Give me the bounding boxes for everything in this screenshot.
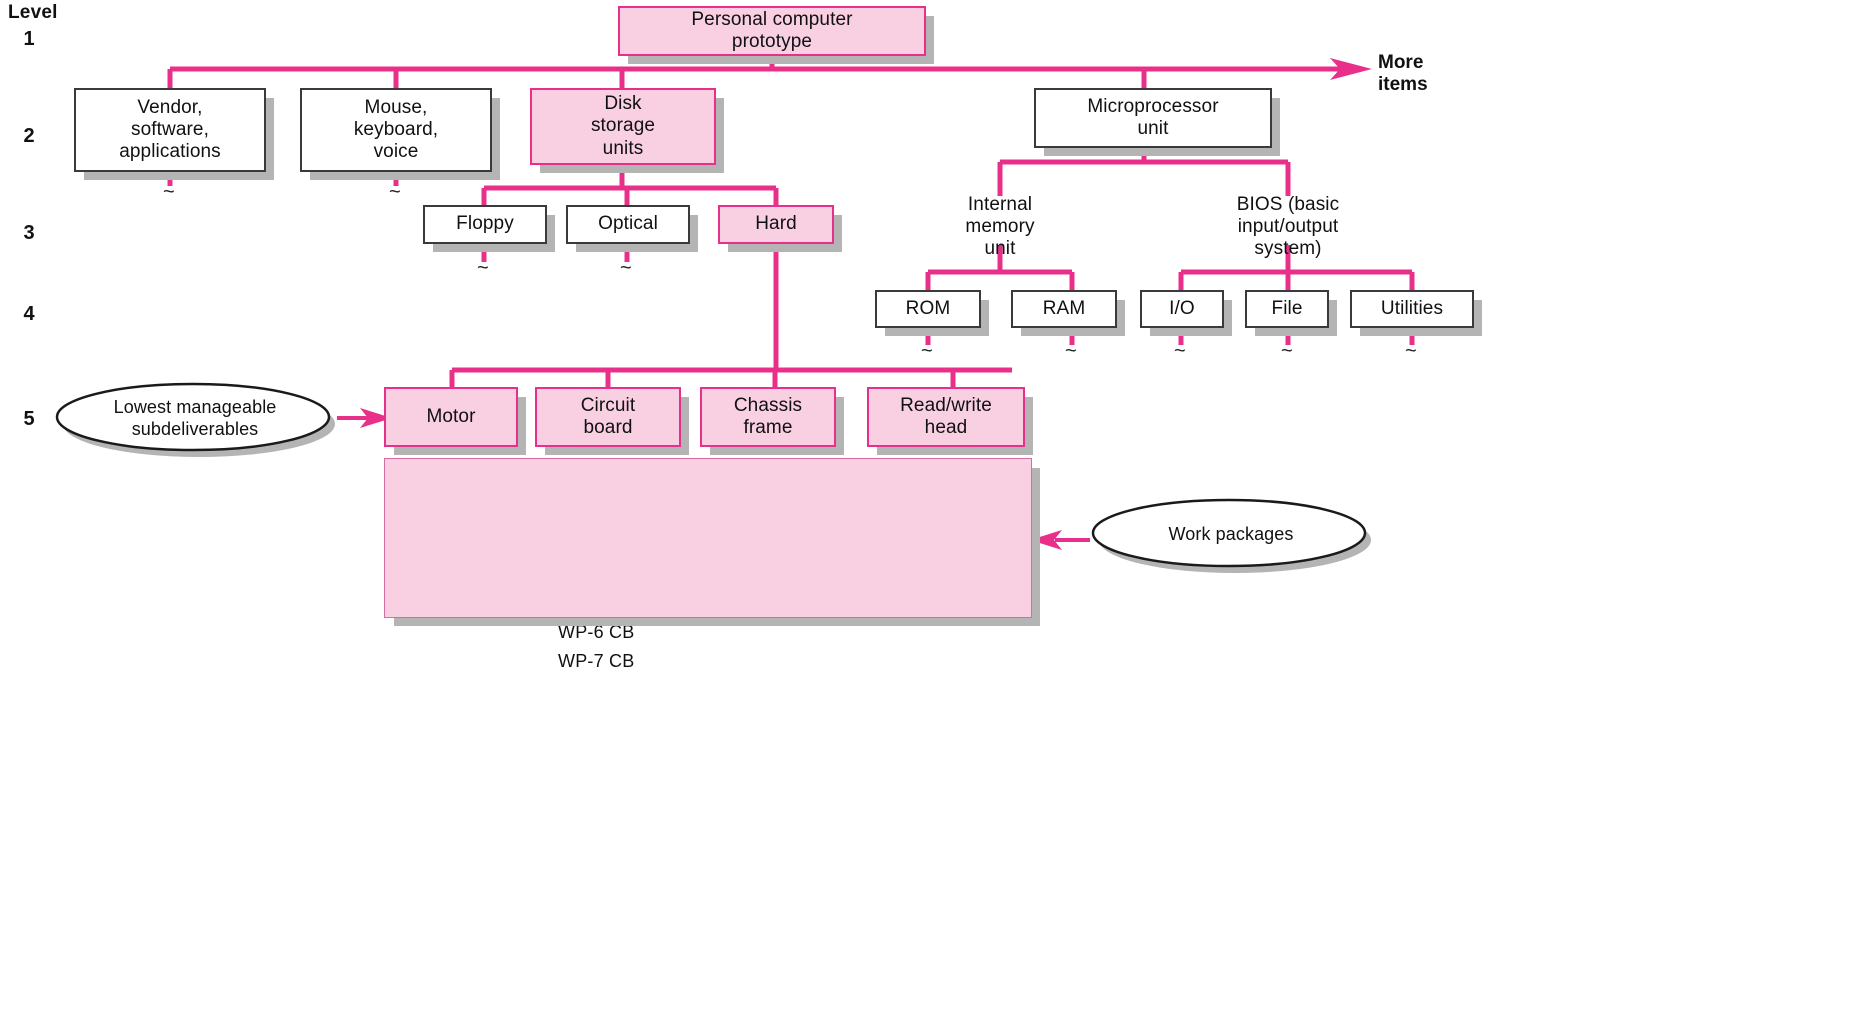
continuation-tilde-optical: ~ (620, 257, 632, 279)
node-label: ROM (905, 297, 951, 319)
node-label: Chassis frame (733, 394, 803, 438)
node-motor[interactable]: Motor (384, 387, 518, 447)
node-utilities[interactable]: Utilities (1350, 290, 1474, 328)
node-label: I/O (1169, 297, 1195, 319)
more-items-arrow (1330, 58, 1372, 80)
node-label: Vendor, software, applications (119, 96, 221, 163)
more-items-label: More items (1378, 52, 1428, 96)
node-ram[interactable]: RAM (1011, 290, 1117, 328)
node-internal-memory-unit[interactable]: Internal memory unit (912, 192, 1088, 262)
node-label: Read/write head (900, 394, 992, 438)
node-hard[interactable]: Hard (718, 205, 834, 244)
node-chassis-frame[interactable]: Chassis frame (700, 387, 836, 447)
work-package-item: WP-6 CB (558, 621, 635, 642)
continuation-tilde-rom: ~ (921, 340, 933, 362)
node-disk-storage-units[interactable]: Disk storage units (530, 88, 716, 165)
continuation-tilde-io: ~ (1174, 340, 1186, 362)
ellipse-shape (1091, 498, 1371, 573)
work-package-item: WP-7 CB (558, 650, 635, 671)
node-label: Disk storage units (590, 93, 656, 159)
node-floppy[interactable]: Floppy (423, 205, 547, 244)
node-bios[interactable]: BIOS (basic input/output system) (1182, 192, 1394, 262)
node-rom[interactable]: ROM (875, 290, 981, 328)
level-number-2: 2 (23, 125, 35, 147)
node-label: Floppy (456, 213, 514, 235)
continuation-tilde-mouse: ~ (389, 181, 401, 203)
node-label: Internal memory unit (965, 193, 1035, 260)
node-mouse-keyboard-voice[interactable]: Mouse, keyboard, voice (300, 88, 492, 172)
continuation-tilde-utilities: ~ (1405, 340, 1417, 362)
continuation-tilde-ram: ~ (1065, 340, 1077, 362)
continuation-tilde-vendor: ~ (163, 181, 175, 203)
callout-lowest-manageable-subdeliverables[interactable]: Lowest manageable subdeliverables (50, 376, 340, 462)
node-label: Utilities (1380, 297, 1444, 319)
work-packages-callout-arrow (1030, 530, 1090, 550)
node-label: Motor (426, 405, 476, 427)
level-axis-title: Level (8, 2, 58, 23)
level-number-5: 5 (23, 408, 35, 430)
node-file[interactable]: File (1245, 290, 1329, 328)
node-io[interactable]: I/O (1140, 290, 1224, 328)
level-number-3: 3 (23, 222, 35, 244)
node-optical[interactable]: Optical (566, 205, 690, 244)
ellipse-shape (55, 382, 335, 457)
node-label: Microprocessor unit (1087, 95, 1219, 139)
node-label: File (1271, 297, 1303, 319)
node-label: BIOS (basic input/output system) (1236, 193, 1340, 260)
node-label: Mouse, keyboard, voice (353, 96, 439, 163)
node-label: Circuit board (580, 394, 636, 438)
node-personal-computer-prototype[interactable]: Personal computer prototype (618, 6, 926, 56)
level-number-1: 1 (23, 28, 35, 50)
wbs-diagram-canvas: Level 1 2 3 4 5 Personal computer prototy… (0, 0, 1873, 1030)
node-vendor-software-applications[interactable]: Vendor, software, applications (74, 88, 266, 172)
continuation-tilde-file: ~ (1281, 340, 1293, 362)
node-label: Optical (598, 213, 658, 235)
node-label: Personal computer prototype (691, 8, 853, 52)
node-label: Hard (755, 213, 797, 235)
work-packages-block (384, 458, 1032, 618)
node-circuit-board[interactable]: Circuit board (535, 387, 681, 447)
callout-work-packages[interactable]: Work packages (1086, 492, 1376, 578)
continuation-tilde-floppy: ~ (477, 257, 489, 279)
node-microprocessor-unit[interactable]: Microprocessor unit (1034, 88, 1272, 148)
level-number-4: 4 (23, 303, 35, 325)
node-read-write-head[interactable]: Read/write head (867, 387, 1025, 447)
node-label: RAM (1042, 297, 1086, 319)
